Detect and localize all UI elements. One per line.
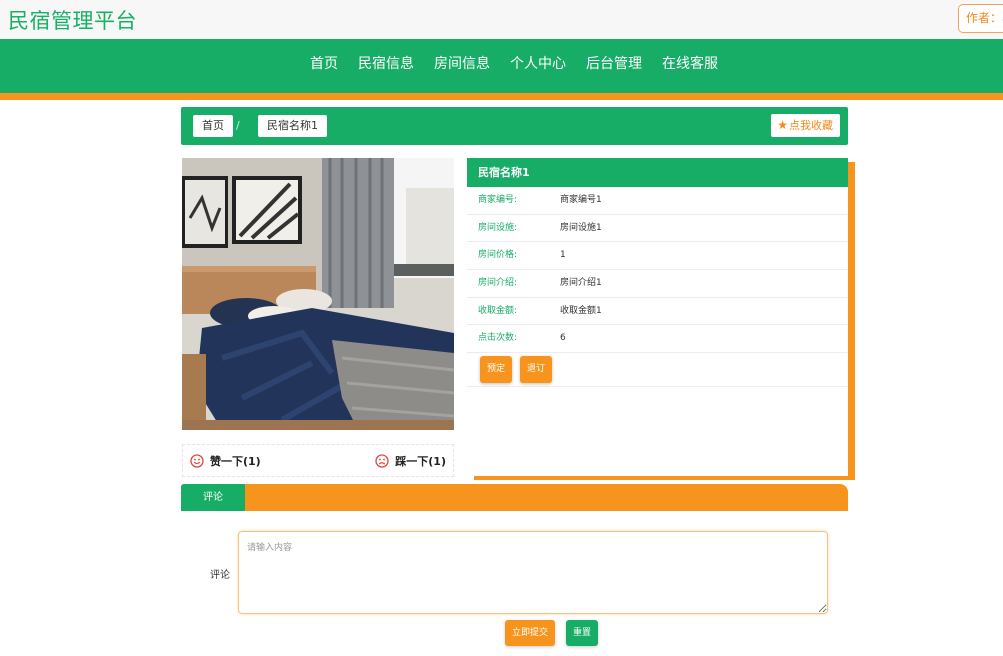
detail-value: 商家编号1 — [560, 195, 602, 205]
top-header: 民宿管理平台 作者：a — [0, 0, 1003, 39]
favorite-label: 点我收藏 — [789, 119, 833, 132]
nav-item-online-service[interactable]: 在线客服 — [652, 39, 728, 93]
vote-box: 赞一下(1) 踩一下(1) — [182, 444, 454, 477]
favorite-button[interactable]: ★点我收藏 — [771, 114, 840, 137]
nav-accent-stripe — [0, 93, 1003, 100]
detail-label: 房间设施: — [478, 222, 518, 233]
reset-button[interactable]: 重置 — [566, 620, 599, 646]
detail-title: 民宿名称1 — [467, 158, 848, 187]
dislike-label: 踩一下(1) — [395, 455, 446, 468]
comment-input[interactable] — [238, 531, 828, 614]
nav-item-homestay-info[interactable]: 民宿信息 — [348, 39, 424, 93]
detail-row: 房间设施: 房间设施1 — [467, 215, 848, 243]
detail-row: 商家编号: 商家编号1 — [467, 187, 848, 215]
submit-button[interactable]: 立即提交 — [505, 620, 556, 646]
detail-row: 房间价格: 1 — [467, 242, 848, 271]
main-nav: 首页 民宿信息 房间信息 个人中心 后台管理 在线客服 — [0, 39, 1003, 93]
breadcrumb-home[interactable]: 首页 — [193, 115, 233, 137]
nav-item-personal-center[interactable]: 个人中心 — [500, 39, 576, 93]
detail-row: 点击次数: 6 — [467, 325, 848, 354]
detail-actions: 预定 退订 — [467, 353, 848, 388]
breadcrumb: 首页 / 民宿名称1 ★点我收藏 — [181, 107, 848, 145]
detail-label: 商家编号: — [478, 195, 518, 205]
detail-value: 6 — [560, 333, 566, 344]
breadcrumb-separator: / — [236, 119, 240, 132]
nav-items: 首页 民宿信息 房间信息 个人中心 后台管理 在线客服 — [300, 39, 728, 93]
room-photo — [182, 158, 454, 430]
dislike-button[interactable]: 踩一下(1) — [375, 453, 446, 469]
detail-value: 房间设施1 — [560, 222, 602, 233]
site-title: 民宿管理平台 — [8, 9, 137, 33]
tab-comments[interactable]: 评论 — [181, 484, 245, 511]
detail-value: 收取金额1 — [560, 305, 602, 316]
detail-label: 房间价格: — [478, 250, 518, 261]
book-button[interactable]: 预定 — [480, 356, 513, 384]
detail-value: 1 — [560, 250, 566, 261]
detail-row: 收取金额: 收取金额1 — [467, 298, 848, 326]
smile-icon — [190, 454, 204, 468]
detail-panel: 民宿名称1 商家编号: 商家编号1 房间设施: 房间设施1 房间价格: 1 房间… — [467, 158, 848, 476]
frown-icon — [375, 454, 389, 468]
detail-row: 房间介绍: 房间介绍1 — [467, 270, 848, 298]
detail-label: 点击次数: — [478, 333, 518, 344]
star-icon: ★ — [777, 118, 788, 132]
nav-item-home[interactable]: 首页 — [300, 39, 348, 93]
breadcrumb-current: 民宿名称1 — [258, 115, 327, 137]
author-button[interactable]: 作者：a — [958, 4, 1003, 33]
detail-label: 收取金额: — [478, 305, 518, 316]
comment-tabbar: 评论 — [181, 484, 848, 511]
like-button[interactable]: 赞一下(1) — [190, 453, 261, 469]
like-label: 赞一下(1) — [210, 455, 261, 468]
unsubscribe-button[interactable]: 退订 — [520, 356, 553, 384]
detail-label: 房间介绍: — [478, 278, 518, 289]
detail-value: 房间介绍1 — [560, 278, 602, 289]
comment-label: 评论 — [210, 570, 230, 581]
nav-item-room-info[interactable]: 房间信息 — [424, 39, 500, 93]
nav-item-admin[interactable]: 后台管理 — [576, 39, 652, 93]
